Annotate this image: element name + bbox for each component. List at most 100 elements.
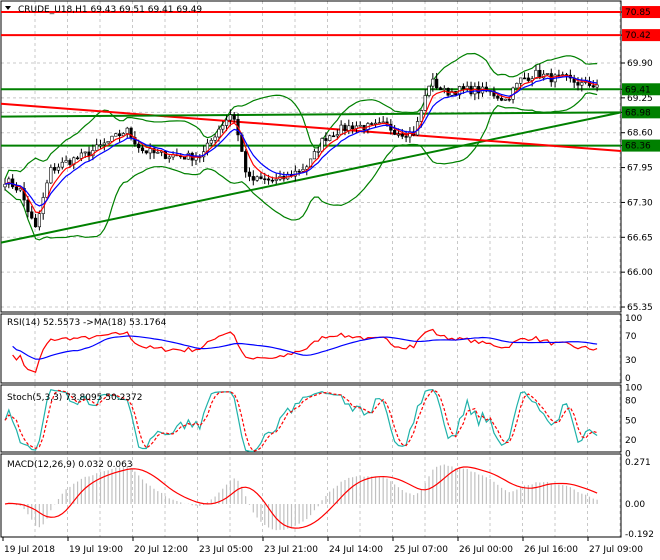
time-tick-label: 20 Jul 12:00 (134, 545, 188, 555)
candle-body (110, 135, 114, 142)
candle-body (95, 144, 99, 151)
price-label: 69.41 (625, 85, 651, 95)
candle-body (26, 199, 30, 213)
candle-body (373, 122, 378, 125)
candle-body (507, 98, 511, 101)
candle-body (213, 136, 217, 141)
candle-body (526, 77, 530, 81)
candle-body (499, 98, 504, 101)
candle-body (102, 142, 106, 145)
trend-line (0, 111, 622, 118)
price-label: 70.85 (625, 8, 651, 18)
candle-body (297, 170, 301, 173)
candle-body (538, 69, 542, 79)
candle-body (312, 151, 317, 160)
candle-body (503, 98, 508, 101)
price-label: 70.42 (625, 31, 651, 41)
candle-body (522, 77, 527, 80)
trading-chart[interactable]: 70.85 70.42 69.90 69.4169.25 68.98 68.60 68.36… (0, 0, 660, 560)
candle-body (224, 119, 229, 126)
candle-body (427, 85, 431, 96)
time-tick-label: 27 Jul 09:00 (589, 545, 643, 555)
candle-body (259, 176, 263, 180)
candle-body (576, 82, 580, 86)
time-tick-label: 23 Jul 05:00 (199, 545, 253, 555)
candle-body (351, 125, 355, 130)
candle-body (98, 144, 103, 146)
chart-canvas[interactable]: 70.85 70.42 69.90 69.4169.25 68.98 68.60 68.36… (0, 0, 660, 560)
candle-body (461, 86, 466, 89)
price-tick-label: 66.00 (627, 268, 653, 278)
candle-body (591, 85, 595, 88)
candle-body (339, 124, 343, 135)
macd-title: MACD(12,26,9) 0.032 0.063 (7, 460, 133, 470)
rsi-title: RSI(14) 52.5573 ->MA(18) 53.1764 (7, 318, 167, 328)
candle-body (53, 167, 57, 171)
candle-body (217, 128, 221, 138)
candle-body (255, 176, 259, 181)
candle-body (228, 114, 232, 121)
candle-body (393, 129, 397, 135)
time-tick-label: 24 Jul 14:00 (329, 545, 383, 555)
candle-body (324, 138, 328, 141)
time-tick-label: 26 Jul 16:00 (524, 545, 578, 555)
candle-body (118, 133, 122, 137)
candle-body (49, 167, 53, 184)
candle-body (266, 178, 271, 181)
candle-body (114, 133, 118, 137)
candle-body (301, 169, 305, 172)
candle-body (251, 176, 255, 181)
time-tick-label: 26 Jul 00:00 (459, 545, 513, 555)
candle-body (232, 114, 236, 120)
candle-body (270, 179, 275, 182)
indicator-tick-label: -0.192 (625, 530, 654, 540)
price-tick-label: 69.25 (627, 94, 653, 104)
candle-body (442, 88, 446, 90)
trend-line (0, 111, 622, 244)
candle-body (423, 95, 427, 111)
indicator-tick-label: 0.271 (625, 458, 651, 468)
indicator-tick-label: 80 (625, 397, 637, 407)
collapse-triangle-icon[interactable] (5, 6, 11, 10)
candle-body (167, 156, 171, 159)
trend-lines (0, 11, 622, 244)
time-axis: 19 Jul 2018 19 Jul 19:00 20 Jul 12:00 23 Ju… (2, 537, 643, 555)
candle-body (56, 166, 61, 171)
trend-line (0, 102, 622, 152)
time-tick-label: 19 Jul 19:00 (69, 545, 123, 555)
time-tick-label: 19 Jul 2018 (4, 545, 55, 555)
candle-body (328, 135, 332, 141)
candle-body (435, 78, 439, 89)
candle-body (545, 73, 550, 75)
price-axis: 70.85 70.42 69.90 69.4169.25 68.98 68.60 68.36… (621, 6, 660, 540)
candle-body (496, 95, 500, 99)
candle-body (148, 148, 152, 154)
candle-body (343, 124, 347, 131)
candle-body (33, 217, 38, 228)
price-tick-label: 67.95 (627, 164, 653, 174)
candle-body (64, 160, 68, 163)
candle-body (75, 157, 80, 160)
time-tick-label: 25 Jul 07:00 (394, 545, 448, 555)
indicator-tick-label: 50 (625, 416, 637, 426)
indicator-tick-label: 0.00 (625, 500, 645, 510)
candle-body (87, 151, 91, 157)
indicator-tick-label: 20 (625, 436, 637, 446)
candle-body (106, 141, 110, 144)
candle-body (247, 171, 252, 177)
symbol-title: CRUDE_U18,H1 69.43 69.51 69.41 69.49 (18, 5, 202, 15)
indicator-tick-label: 30 (625, 356, 637, 366)
candle-body (68, 160, 72, 165)
price-tick-label: 67.30 (627, 198, 653, 208)
candle-body (79, 152, 83, 159)
candle-body (137, 143, 141, 149)
candle-body (438, 87, 443, 90)
candle-body (335, 134, 339, 137)
price-label: 68.36 (625, 142, 651, 152)
indicators (4, 328, 598, 531)
candle-body (11, 178, 15, 188)
candle-body (396, 133, 401, 136)
panel-frame (0, 0, 622, 313)
candle-body (140, 147, 145, 152)
candle-body (37, 213, 41, 228)
